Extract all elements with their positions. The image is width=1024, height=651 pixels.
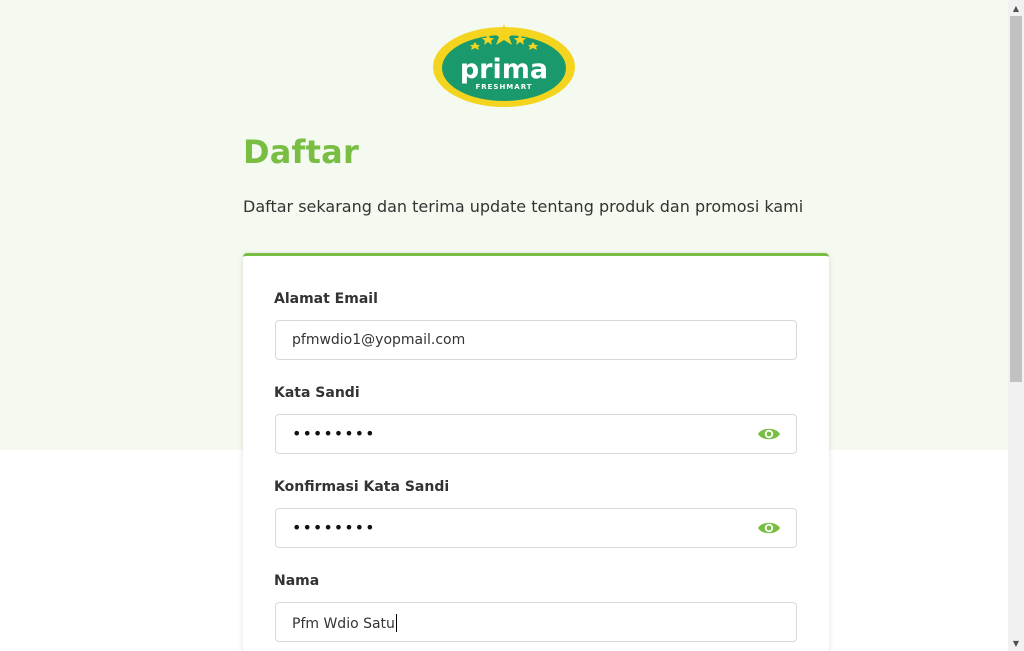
scrollbar-thumb[interactable] [1010, 16, 1022, 382]
page-title: Daftar [243, 133, 359, 171]
password-label: Kata Sandi [274, 385, 360, 401]
email-value: pfmwdio1@yopmail.com [292, 332, 466, 348]
password-value: •••••••• [292, 424, 376, 443]
text-caret [395, 614, 397, 632]
confirm-password-value: •••••••• [292, 518, 376, 537]
page-subtitle: Daftar sekarang dan terima update tentan… [243, 197, 804, 216]
name-value-wrapper: Pfm Wdio Satu [292, 614, 397, 632]
confirm-password-field[interactable]: •••••••• [275, 508, 797, 548]
name-field[interactable]: Pfm Wdio Satu [275, 602, 797, 642]
registration-form-card: Alamat Email pfmwdio1@yopmail.com Kata S… [243, 253, 829, 651]
prima-freshmart-logo: prima FRESHMART [432, 22, 576, 108]
name-label: Nama [274, 573, 320, 589]
logo-text: prima [460, 54, 548, 85]
password-field[interactable]: •••••••• [275, 414, 797, 454]
eye-icon[interactable] [757, 519, 781, 537]
page-scrollbar[interactable]: ▲ ▼ [1008, 0, 1024, 651]
confirm-password-label: Konfirmasi Kata Sandi [274, 479, 450, 495]
eye-icon[interactable] [757, 425, 781, 443]
email-label: Alamat Email [274, 291, 378, 307]
scroll-down-arrow-icon[interactable]: ▼ [1008, 635, 1024, 651]
name-value: Pfm Wdio Satu [292, 616, 395, 632]
scroll-up-arrow-icon[interactable]: ▲ [1008, 0, 1024, 16]
email-field[interactable]: pfmwdio1@yopmail.com [275, 320, 797, 360]
logo-subtext: FRESHMART [475, 83, 532, 91]
